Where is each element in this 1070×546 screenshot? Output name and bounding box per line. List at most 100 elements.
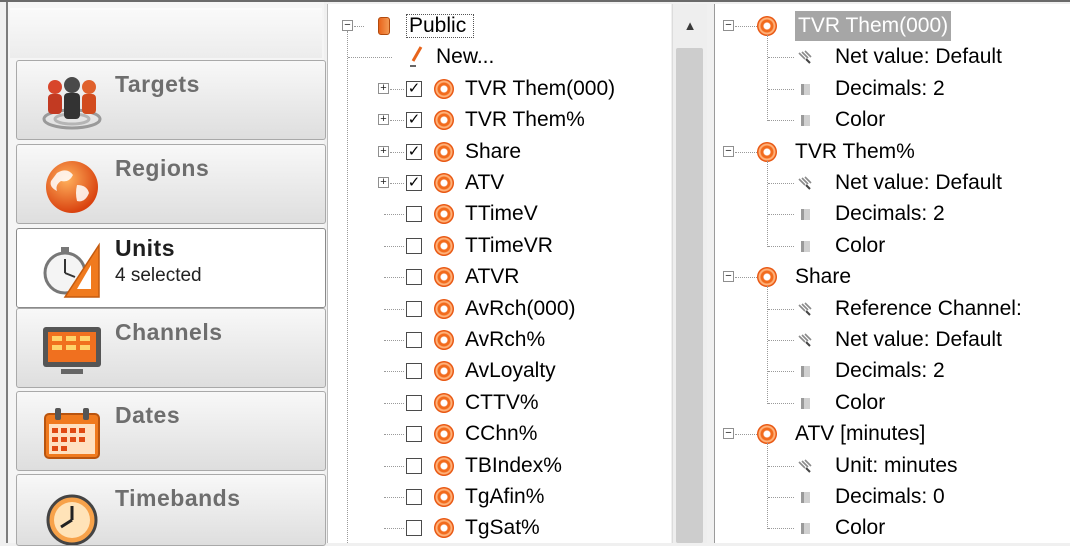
unit-checkbox[interactable] (406, 206, 422, 223)
unit-row-atvr[interactable]: ATVR (328, 262, 668, 292)
unit-checkbox[interactable]: ✓ (406, 143, 422, 160)
nav-item-timebands[interactable]: Timebands (16, 474, 326, 546)
tree-connector (735, 277, 757, 279)
unit-row-avrch[interactable]: AvRch% (328, 325, 668, 355)
unit-checkbox[interactable] (406, 332, 422, 348)
unit-icon (434, 235, 454, 256)
tree-connector (384, 497, 404, 498)
collapse-toggle[interactable]: − (723, 428, 734, 440)
unit-label: TBIndex% (465, 453, 562, 477)
tree-root-public[interactable]: − Public (328, 11, 668, 41)
unit-row-tbindex[interactable]: TBIndex% (328, 451, 668, 481)
expand-toggle[interactable]: + (378, 82, 389, 94)
unit-row-tvr-them[interactable]: + ✓ TVR Them% (328, 105, 668, 135)
unit-icon (434, 267, 454, 288)
unit-checkbox[interactable] (406, 426, 422, 443)
unit-checkbox[interactable] (406, 363, 422, 380)
tree-item-label: Public (409, 14, 467, 37)
unit-label: CChn% (465, 422, 538, 446)
unit-checkbox[interactable] (406, 457, 422, 474)
nav-item-regions[interactable]: Regions (16, 144, 326, 224)
unit-property[interactable]: Decimals: 2 (715, 199, 1065, 229)
unit-property[interactable]: Unit: minutes (715, 451, 1065, 481)
property-label: Color (835, 390, 886, 414)
property-label: Color (835, 108, 886, 132)
unit-checkbox[interactable] (406, 300, 422, 317)
tree-connector (768, 245, 794, 247)
unit-label: TgAfin% (465, 485, 545, 508)
unit-property[interactable]: Net value: Default (715, 42, 1065, 72)
nav-label: Targets (115, 71, 200, 97)
unit-property[interactable]: Decimals: 2 (715, 356, 1065, 386)
calendar-icon (44, 408, 100, 459)
unit-checkbox[interactable] (406, 237, 422, 254)
unit-row-cchn[interactable]: CChn% (328, 419, 668, 449)
tree-connector (768, 340, 794, 341)
unit-icon (757, 16, 777, 36)
tree-connector (768, 214, 794, 216)
expand-toggle[interactable]: + (378, 114, 389, 126)
tree-item-new[interactable]: New... (328, 42, 668, 72)
unit-row-atv[interactable]: + ✓ ATV (328, 168, 668, 198)
collapse-toggle[interactable]: − (723, 145, 734, 157)
unit-label: Share (465, 139, 522, 163)
units-tree-scrollbar[interactable]: ▲ (672, 4, 707, 543)
unit-label: ATV (465, 171, 505, 194)
expand-toggle[interactable]: + (378, 145, 389, 157)
tree-connector (390, 151, 404, 153)
unit-icon (434, 455, 454, 476)
property-label: Decimals: 2 (835, 202, 945, 226)
unit-checkbox[interactable] (406, 394, 422, 411)
property-label: Net value: Default (835, 328, 1002, 351)
nav-item-targets[interactable]: Targets (16, 60, 326, 140)
collapse-toggle[interactable]: − (723, 271, 734, 283)
globe-icon (46, 161, 98, 213)
unit-row-avloyalty[interactable]: AvLoyalty (328, 356, 668, 386)
tree-connector (735, 151, 757, 153)
unit-row-tvr-them-000[interactable]: + ✓ TVR Them(000) (328, 74, 668, 104)
unit-property[interactable]: Decimals: 0 (715, 482, 1065, 512)
nav-item-dates[interactable]: Dates (16, 391, 326, 471)
nav-label: Units (115, 235, 175, 261)
property-label: Reference Channel: (835, 296, 1022, 320)
unit-checkbox[interactable]: ✓ (406, 112, 422, 129)
unit-property[interactable]: Color (715, 231, 1065, 261)
unit-icon (757, 424, 777, 445)
unit-property[interactable]: Color (715, 105, 1065, 135)
unit-row-avrch-000[interactable]: AvRch(000) (328, 294, 668, 324)
unit-checkbox[interactable]: ✓ (406, 80, 422, 97)
unit-row-tgafin[interactable]: TgAfin% (328, 482, 668, 512)
scroll-up-arrow-icon[interactable]: ▲ (673, 18, 707, 38)
unit-checkbox[interactable] (406, 269, 422, 286)
unit-checkbox[interactable] (406, 520, 422, 537)
unit-property[interactable]: Net value: Default (715, 325, 1065, 355)
unit-property[interactable]: Color (715, 388, 1065, 418)
unit-row-cttv[interactable]: CTTV% (328, 388, 668, 418)
unit-row-ttimev[interactable]: TTimeV (328, 199, 668, 229)
unit-row-share[interactable]: + ✓ Share (328, 137, 668, 167)
scrollbar-thumb[interactable] (676, 48, 703, 543)
tree-connector (384, 340, 404, 341)
tree-connector (384, 214, 404, 216)
selected-unit-label: ATV [minutes] (795, 422, 926, 446)
unit-label: TgSat% (465, 516, 540, 540)
unit-property[interactable]: Reference Channel: (715, 294, 1065, 324)
unit-property[interactable]: Decimals: 2 (715, 74, 1065, 104)
unit-property[interactable]: Net value: Default (715, 168, 1065, 198)
unit-checkbox[interactable] (406, 489, 422, 505)
color-icon (801, 523, 810, 535)
color-icon (801, 240, 810, 252)
nav-item-units[interactable]: Units 4 selected (16, 228, 326, 308)
selected-units-tree: − TVR Them(000) Net value: Default Decimals… (714, 4, 1070, 543)
expand-toggle[interactable]: + (378, 177, 389, 188)
unit-row-ttimevr[interactable]: TTimeVR (328, 231, 668, 261)
property-label: Decimals: 2 (835, 359, 945, 383)
nav-item-channels[interactable]: Channels (16, 308, 326, 388)
collapse-toggle[interactable]: − (342, 20, 353, 31)
collapse-toggle[interactable]: − (723, 20, 734, 31)
unit-property[interactable]: Color (715, 513, 1065, 543)
unit-checkbox[interactable]: ✓ (406, 175, 422, 191)
unit-row-tgsat[interactable]: TgSat% (328, 513, 668, 543)
tree-connector (390, 120, 404, 122)
unit-label: AvRch% (465, 328, 546, 351)
